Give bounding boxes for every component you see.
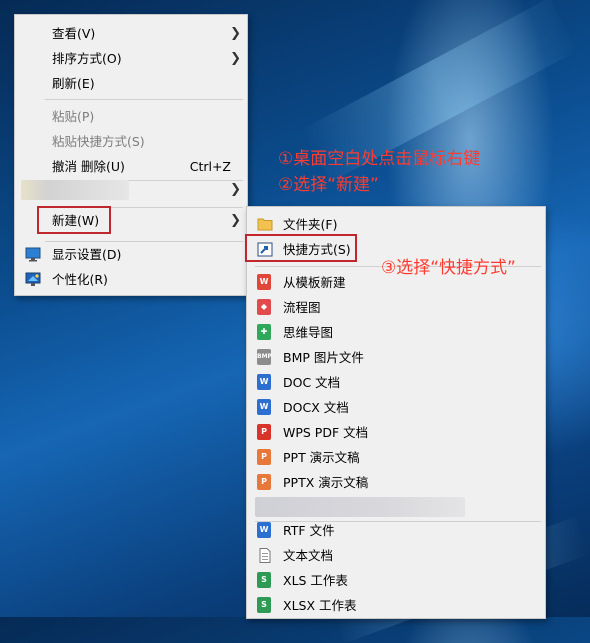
text-file-icon <box>259 548 271 563</box>
submenu-item-bmp[interactable]: BMP BMP 图片文件 <box>247 345 545 370</box>
submenu-item-wps-pdf[interactable]: P WPS PDF 文档 <box>247 420 545 445</box>
blurred-label <box>255 497 465 517</box>
chevron-right-icon: ❯ <box>230 26 241 41</box>
menu-item-view[interactable]: 查看(V) ❯ <box>15 21 247 46</box>
submenu-item-text-document[interactable]: 文本文档 <box>247 543 545 568</box>
menu-item-personalize[interactable]: 个性化(R) <box>15 267 247 292</box>
submenu-item-mindmap[interactable]: ✚ 思维导图 <box>247 320 545 345</box>
wps-template-icon: W <box>257 274 271 290</box>
submenu-item-pptx[interactable]: P PPTX 演示文稿 <box>247 470 545 495</box>
chevron-right-icon: ❯ <box>230 182 241 197</box>
highlight-box-shortcut <box>245 234 357 262</box>
personalize-icon <box>25 272 41 286</box>
xlsx-file-icon: S <box>257 597 271 613</box>
annotation-step2: ②选择“新建” <box>278 175 379 195</box>
menu-item-blurred[interactable]: ❯ <box>15 177 247 202</box>
menu-item-undo-delete[interactable]: 撤消 删除(U) Ctrl+Z <box>15 154 247 179</box>
rtf-file-icon: W <box>257 522 271 538</box>
blurred-label <box>21 180 129 200</box>
xls-file-icon: S <box>257 572 271 588</box>
mindmap-icon: ✚ <box>257 324 271 340</box>
flowchart-icon: ◆ <box>257 299 271 315</box>
submenu-item-flowchart[interactable]: ◆ 流程图 <box>247 295 545 320</box>
submenu-item-xlsx[interactable]: S XLSX 工作表 <box>247 593 545 618</box>
menu-item-display-settings[interactable]: 显示设置(D) <box>15 242 247 267</box>
submenu-item-ppt[interactable]: P PPT 演示文稿 <box>247 445 545 470</box>
submenu-item-rtf[interactable]: W RTF 文件 <box>247 518 545 543</box>
docx-file-icon: W <box>257 399 271 415</box>
folder-icon <box>257 218 273 231</box>
submenu-item-docx[interactable]: W DOCX 文档 <box>247 395 545 420</box>
annotation-step1: ①桌面空白处点击鼠标右键 <box>278 149 481 169</box>
menu-item-paste-shortcut[interactable]: 粘贴快捷方式(S) <box>15 129 247 154</box>
menu-separator <box>45 99 243 100</box>
chevron-right-icon: ❯ <box>230 51 241 66</box>
shortcut-text: Ctrl+Z <box>189 159 231 174</box>
annotation-step3: ③选择“快捷方式” <box>381 258 516 278</box>
submenu-item-doc[interactable]: W DOC 文档 <box>247 370 545 395</box>
desktop-context-menu: 查看(V) ❯ 排序方式(O) ❯ 刷新(E) 粘贴(P) 粘贴快捷方式(S) … <box>14 14 248 296</box>
menu-item-paste[interactable]: 粘贴(P) <box>15 104 247 129</box>
submenu-item-blurred[interactable] <box>247 494 545 519</box>
bmp-file-icon: BMP <box>257 349 272 365</box>
doc-file-icon: W <box>257 374 271 390</box>
menu-item-refresh[interactable]: 刷新(E) <box>15 71 247 96</box>
chevron-right-icon: ❯ <box>230 213 241 228</box>
submenu-item-xls[interactable]: S XLS 工作表 <box>247 568 545 593</box>
pptx-file-icon: P <box>257 474 271 490</box>
pdf-file-icon: P <box>257 424 271 440</box>
highlight-box-new <box>37 206 111 234</box>
monitor-icon <box>25 247 41 262</box>
menu-item-sort-by[interactable]: 排序方式(O) ❯ <box>15 46 247 71</box>
ppt-file-icon: P <box>257 449 271 465</box>
